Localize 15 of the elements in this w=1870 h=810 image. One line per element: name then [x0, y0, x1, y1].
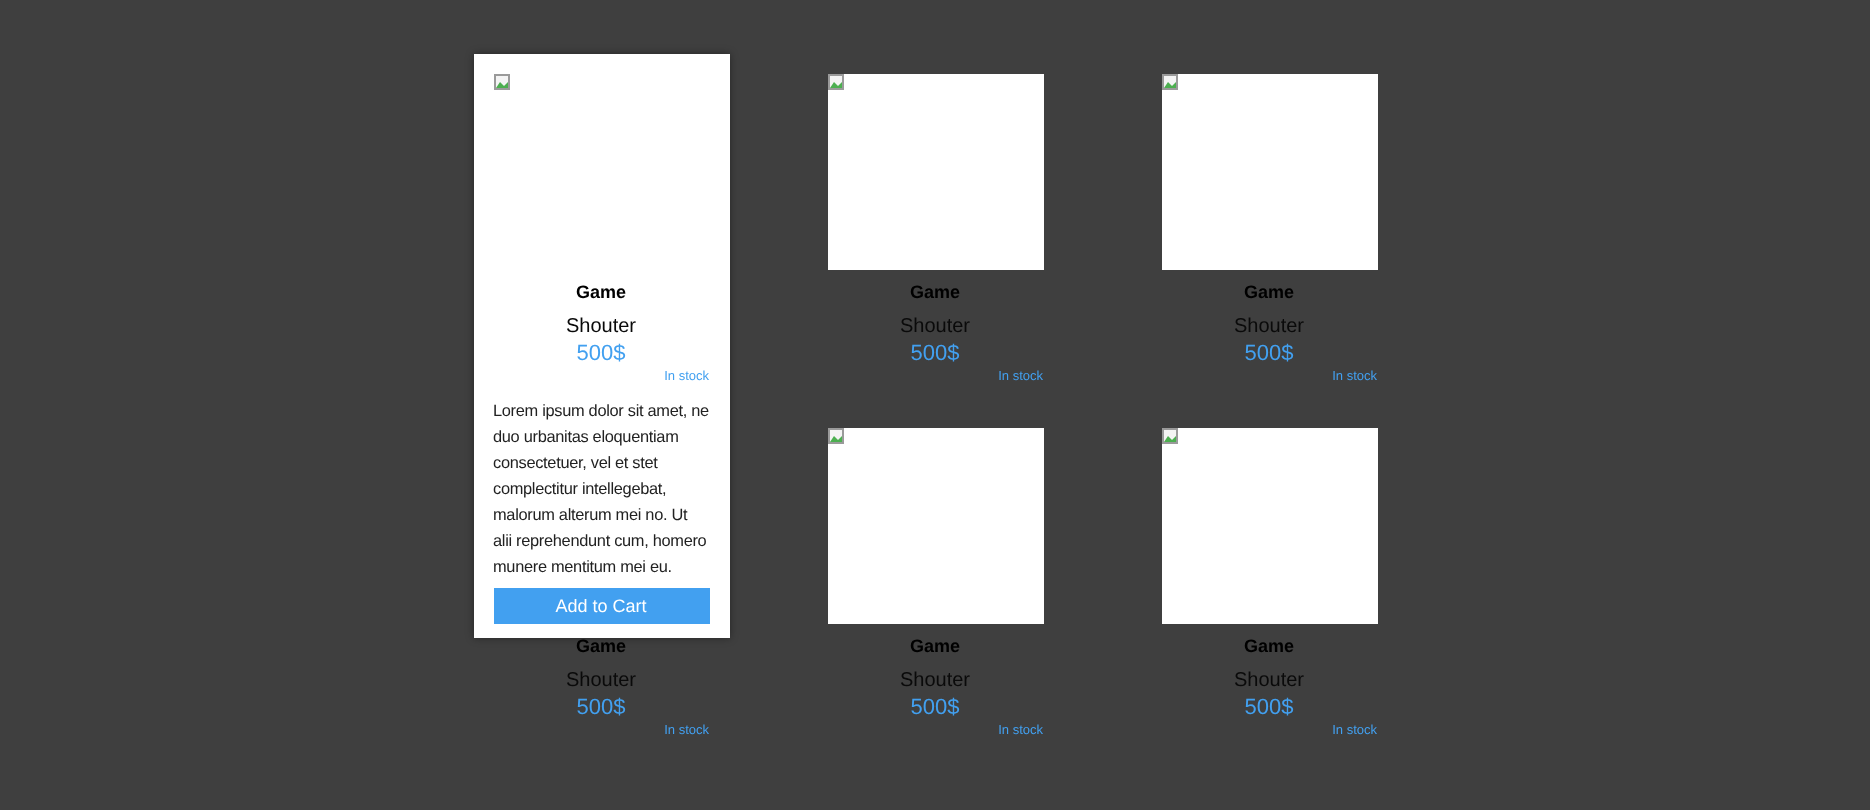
product-title: Game — [1241, 280, 1296, 304]
product-title: Game — [573, 634, 628, 658]
product-price: 500$ — [908, 694, 962, 722]
product-title: Game — [573, 280, 628, 304]
product-price: 500$ — [1242, 340, 1296, 368]
add-to-cart-button[interactable]: Add to Cart — [493, 588, 709, 624]
product-price: 500$ — [1242, 694, 1296, 722]
product-title: Game — [1241, 634, 1296, 658]
product-price: 500$ — [574, 694, 628, 722]
product-description: Lorem ipsum dolor sit amet, ne duo urbanitas eloquentiam consectetuer, vel et stet complectitur intellegebat, malorum alterum mei no. Ut alii reprehendunt cum, homero munere mentitum mei eu. — [493, 400, 709, 580]
product-price: 500$ — [574, 340, 628, 368]
product-title: Game — [907, 634, 962, 658]
product-genre: Shouter — [563, 316, 639, 340]
product-title: Game — [907, 280, 962, 304]
product-price: 500$ — [908, 340, 962, 368]
